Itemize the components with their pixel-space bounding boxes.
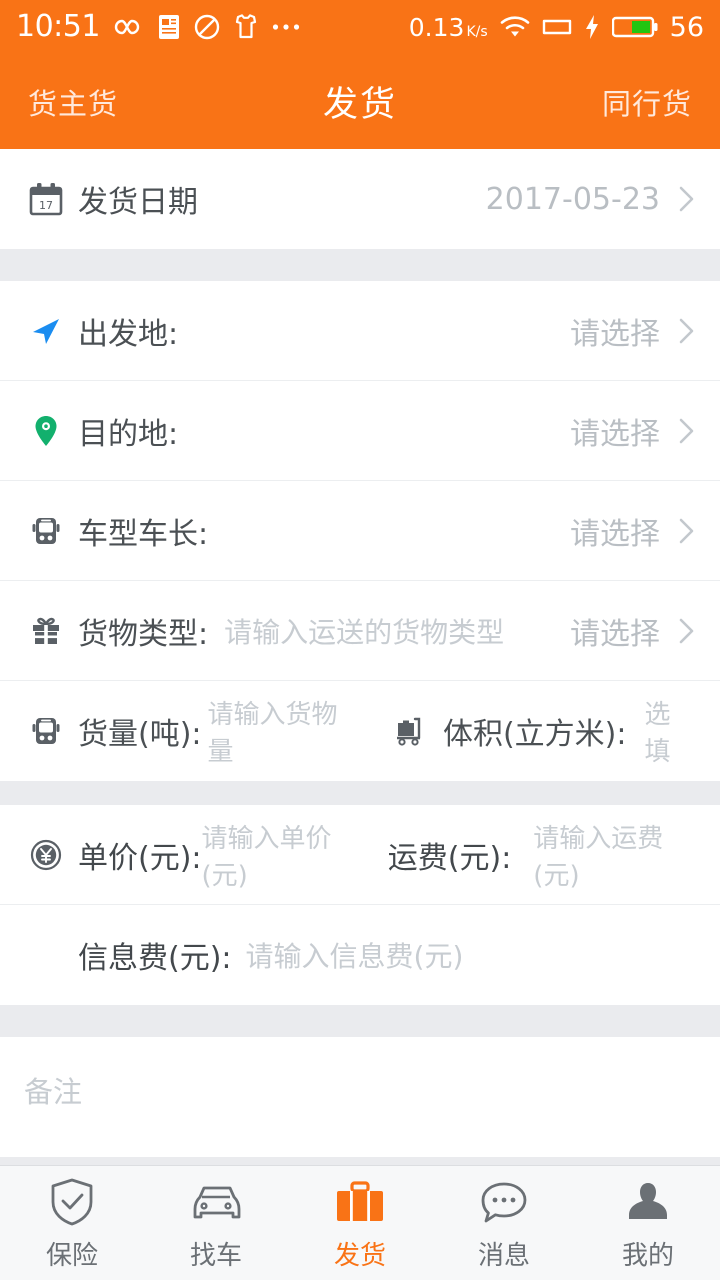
row-destination[interactable]: 目的地: 请选择 [0, 381, 720, 481]
row-info-fee[interactable]: 信息费(元): 请输入信息费(元) [0, 905, 720, 1005]
content-filler [0, 1157, 720, 1165]
battery-icon [611, 15, 658, 39]
no-entry-icon [194, 14, 220, 40]
chevron-right-icon [678, 316, 696, 346]
info-fee-input[interactable]: 请输入信息费(元) [246, 935, 464, 975]
cargo-type-label: 货物类型: [78, 616, 209, 652]
page-title: 发货 [322, 85, 397, 125]
tab-find-vehicle-label: 找车 [189, 1240, 242, 1271]
row-origin[interactable]: 出发地: 请选择 [0, 281, 720, 381]
freight-input[interactable]: 请输入运费(元) [533, 818, 696, 892]
chat-bubble-icon [477, 1175, 531, 1227]
wifi-icon [500, 15, 530, 39]
unit-price-field-group[interactable]: 单价(元): 请输入单价(元) [24, 818, 363, 892]
tab-profile-label: 我的 [621, 1240, 674, 1271]
battery-percent: 56 [669, 11, 704, 43]
vehicle-type-value: 请选择 [570, 516, 660, 552]
sim-card-icon [542, 15, 572, 39]
unit-price-label: 单价(元): [78, 840, 202, 876]
row-cargo-type[interactable]: 货物类型: 请输入运送的货物类型 请选择 [0, 581, 720, 681]
row-price: 单价(元): 请输入单价(元) 运费(元): 请输入运费(元) [0, 805, 720, 905]
row-shipping-date[interactable]: 17 发货日期 2017-05-23 [0, 149, 720, 249]
chevron-right-icon [678, 516, 696, 546]
bottom-tab-bar: 保险 找车 发货 消息 我的 [0, 1165, 720, 1280]
form-scroll-area: 17 发货日期 2017-05-23 出发地: 请选择 目的地: 请选择 车型车… [0, 149, 720, 1165]
tab-peer-goods[interactable]: 同行货 [602, 81, 692, 123]
volume-input[interactable]: 选填 [644, 694, 696, 768]
weight-label: 货量(吨): [78, 717, 202, 752]
origin-label: 出发地: [78, 316, 179, 352]
row-weight-volume: 货量(吨): 请输入货物量 体积(立方米): 选填 [0, 681, 720, 781]
charging-bolt-icon [584, 14, 600, 40]
weight-field-group[interactable]: 货量(吨): 请输入货物量 [24, 694, 363, 768]
weight-volume-pair: 货量(吨): 请输入货物量 体积(立方米): 选填 [24, 694, 696, 768]
app-root: 10:51 0.13 K/s 56 货主货 发货 同行货 17 发货日期 201… [0, 0, 720, 1280]
calendar-day-text: 17 [39, 199, 53, 212]
shield-check-icon [49, 1175, 95, 1227]
tab-ship-goods[interactable]: 发货 [288, 1175, 432, 1272]
gift-box-icon [24, 614, 68, 648]
price-group: 单价(元): 请输入单价(元) 运费(元): 请输入运费(元) 信息费(元): … [0, 805, 720, 1005]
tab-shipper-goods[interactable]: 货主货 [28, 81, 118, 123]
destination-label: 目的地: [78, 416, 179, 452]
tab-ship-goods-label: 发货 [333, 1240, 386, 1271]
chevron-right-icon [678, 416, 696, 446]
section-spacer-3 [0, 1005, 720, 1037]
remark-field[interactable]: 备注 [0, 1037, 720, 1157]
cargo-type-value: 请选择 [570, 616, 660, 652]
more-dots-icon [272, 23, 300, 31]
status-time: 10:51 [16, 9, 100, 44]
tab-messages-label: 消息 [477, 1240, 530, 1271]
chevron-right-icon [678, 616, 696, 646]
network-speed-value: 0.13 [408, 12, 465, 42]
tab-insurance-label: 保险 [45, 1240, 98, 1271]
shipping-date-label: 发货日期 [78, 185, 198, 220]
bus-front-icon [24, 514, 68, 548]
infinity-icon [114, 17, 144, 37]
shirt-icon [234, 14, 258, 40]
volume-label: 体积(立方米): [442, 717, 627, 752]
status-bar-left: 10:51 [16, 12, 300, 42]
remark-input[interactable]: 备注 [24, 1075, 82, 1109]
origin-value: 请选择 [570, 316, 660, 352]
section-spacer-1 [0, 249, 720, 281]
row-vehicle-type[interactable]: 车型车长: 请选择 [0, 481, 720, 581]
navigation-arrow-icon [24, 314, 68, 348]
section-spacer-2 [0, 781, 720, 805]
freight-field-group[interactable]: 运费(元): 请输入运费(元) [388, 818, 696, 892]
status-bar: 10:51 0.13 K/s 56 [0, 0, 720, 54]
luggage-cart-icon [389, 714, 433, 748]
network-speed: 0.13 K/s [409, 13, 488, 42]
tab-find-vehicle[interactable]: 找车 [144, 1175, 288, 1272]
tab-profile[interactable]: 我的 [576, 1175, 720, 1272]
yuan-coin-icon [24, 838, 68, 872]
title-bar: 货主货 发货 同行货 [0, 54, 720, 149]
calendar-icon: 17 [24, 180, 68, 218]
bus-front-icon [24, 714, 68, 748]
shipment-detail-group: 出发地: 请选择 目的地: 请选择 车型车长: 请选择 货物类型: 请输入运送的… [0, 281, 720, 781]
cargo-type-input[interactable]: 请输入运送的货物类型 [224, 611, 504, 651]
info-fee-label: 信息费(元): [78, 941, 232, 976]
freight-label: 运费(元): [387, 840, 512, 876]
price-pair: 单价(元): 请输入单价(元) 运费(元): 请输入运费(元) [24, 818, 696, 892]
chevron-right-icon [678, 184, 696, 214]
status-bar-right: 0.13 K/s 56 [409, 12, 704, 43]
document-icon [158, 14, 180, 40]
date-group: 17 发货日期 2017-05-23 [0, 149, 720, 249]
map-pin-icon [24, 414, 68, 448]
unit-price-input[interactable]: 请输入单价(元) [202, 818, 363, 892]
volume-field-group[interactable]: 体积(立方米): 选填 [389, 694, 696, 768]
briefcase-icon [333, 1175, 387, 1227]
tab-insurance[interactable]: 保险 [0, 1175, 144, 1272]
person-icon [623, 1175, 673, 1227]
shipping-date-value: 2017-05-23 [485, 181, 660, 217]
tab-messages[interactable]: 消息 [432, 1175, 576, 1272]
network-speed-unit: K/s [466, 23, 488, 40]
car-icon [189, 1175, 243, 1227]
weight-input[interactable]: 请输入货物量 [208, 694, 363, 768]
destination-value: 请选择 [570, 416, 660, 452]
vehicle-type-label: 车型车长: [78, 516, 209, 552]
